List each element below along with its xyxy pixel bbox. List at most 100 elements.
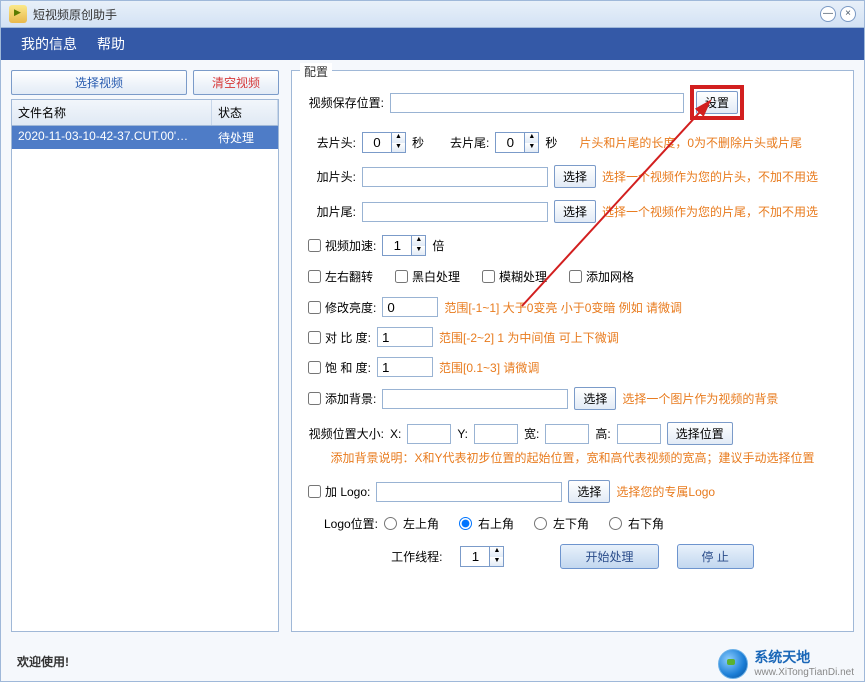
spin-down-icon[interactable]: ▼ (392, 143, 405, 153)
config-panel-title: 配置 (300, 63, 332, 80)
row-brightness: 修改亮度: 范围[-1~1] 大于0变亮 小于0变暗 例如 请微调 (308, 297, 837, 317)
radio-top-right[interactable]: 右上角 (459, 515, 514, 532)
blur-checkbox[interactable]: 模糊处理 (482, 268, 547, 285)
select-position-button[interactable]: 选择位置 (667, 422, 733, 445)
add-head-input[interactable] (362, 167, 548, 187)
radio-bottom-left[interactable]: 左下角 (534, 515, 589, 532)
flip-checkbox[interactable]: 左右翻转 (308, 268, 373, 285)
spin-up-icon[interactable]: ▲ (525, 133, 538, 143)
trim-tail-spinner[interactable]: ▲▼ (495, 132, 539, 153)
pos-h-input[interactable] (617, 424, 661, 444)
saturation-input[interactable] (377, 357, 433, 377)
row-logo: 加 Logo: 选择 选择您的专属Logo (308, 480, 837, 503)
logo-hint: 选择您的专属Logo (616, 483, 715, 500)
background-checkbox[interactable]: 添加背景: (308, 390, 376, 407)
brightness-input[interactable] (382, 297, 438, 317)
set-location-button[interactable]: 设置 (696, 91, 738, 114)
stop-button[interactable]: 停 止 (677, 544, 754, 569)
speed-unit: 倍 (432, 237, 444, 254)
background-input[interactable] (382, 389, 568, 409)
pos-w-input[interactable] (545, 424, 589, 444)
add-tail-select-button[interactable]: 选择 (554, 200, 596, 223)
threads-label: 工作线程: (391, 548, 442, 565)
row-actions: 工作线程: ▲▼ 开始处理 停 止 (308, 544, 837, 569)
save-location-input[interactable] (390, 93, 684, 113)
speed-checkbox-input[interactable] (308, 239, 321, 252)
watermark: 系统天地 www.XiTongTianDi.net (718, 649, 854, 679)
file-table-header: 文件名称 状态 (12, 100, 278, 126)
spin-up-icon[interactable]: ▲ (412, 236, 425, 246)
logo-select-button[interactable]: 选择 (568, 480, 610, 503)
left-button-row: 选择视频 清空视频 (11, 70, 279, 95)
window-title: 短视频原创助手 (33, 6, 820, 23)
col-filename[interactable]: 文件名称 (12, 100, 212, 125)
trim-tail-value[interactable] (496, 133, 524, 152)
add-tail-label: 加片尾: (308, 203, 356, 220)
cell-filename: 2020-11-03-10-42-37.CUT.00'… (12, 126, 212, 149)
cell-status: 待处理 (212, 126, 278, 149)
config-panel: 配置 视频保存位置: 设置 去片头: ▲▼ 秒 去片尾: (291, 70, 854, 632)
grid-checkbox[interactable]: 添加网格 (569, 268, 634, 285)
menu-help[interactable]: 帮助 (97, 34, 125, 54)
trim-head-value[interactable] (363, 133, 391, 152)
row-logo-position: Logo位置: 左上角 右上角 左下角 右下角 (308, 515, 837, 532)
welcome-text: 欢迎使用! (17, 653, 69, 670)
brightness-checkbox[interactable]: 修改亮度: (308, 299, 376, 316)
file-table: 文件名称 状态 2020-11-03-10-42-37.CUT.00'… 待处理 (11, 99, 279, 632)
speed-checkbox[interactable]: 视频加速: (308, 237, 376, 254)
window-titlebar: 短视频原创助手 — × (0, 0, 865, 28)
pos-y-input[interactable] (474, 424, 518, 444)
col-status[interactable]: 状态 (212, 100, 278, 125)
trim-head-spinner[interactable]: ▲▼ (362, 132, 406, 153)
row-position: 视频位置大小: X: Y: 宽: 高: 选择位置 (308, 422, 837, 445)
logo-position-group: 左上角 右上角 左下角 右下角 (384, 515, 664, 532)
window-controls: — × (820, 6, 856, 22)
radio-top-left[interactable]: 左上角 (384, 515, 439, 532)
saturation-checkbox[interactable]: 饱 和 度: (308, 359, 371, 376)
clear-video-button[interactable]: 清空视频 (193, 70, 279, 95)
select-video-button[interactable]: 选择视频 (11, 70, 187, 95)
row-background: 添加背景: 选择 选择一个图片作为视频的背景 (308, 387, 837, 410)
row-add-tail: 加片尾: 选择 选择一个视频作为您的片尾，不加不用选 (308, 200, 837, 223)
pos-y-label: Y: (457, 427, 468, 441)
background-hint: 选择一个图片作为视频的背景 (622, 390, 778, 407)
threads-value[interactable] (461, 547, 489, 566)
threads-spinner[interactable]: ▲▼ (460, 546, 504, 567)
status-bar: 欢迎使用! 系统天地 www.XiTongTianDi.net (0, 642, 865, 682)
logo-position-label: Logo位置: (308, 515, 378, 532)
close-button[interactable]: × (840, 6, 856, 22)
spin-up-icon[interactable]: ▲ (490, 547, 503, 557)
speed-value[interactable] (383, 236, 411, 255)
spin-up-icon[interactable]: ▲ (392, 133, 405, 143)
row-save-location: 视频保存位置: 设置 (308, 85, 837, 120)
contrast-input[interactable] (377, 327, 433, 347)
logo-checkbox[interactable]: 加 Logo: (308, 483, 370, 500)
add-tail-input[interactable] (362, 202, 548, 222)
globe-icon (718, 649, 748, 679)
saturation-hint: 范围[0.1~3] 请微调 (439, 359, 539, 376)
table-row[interactable]: 2020-11-03-10-42-37.CUT.00'… 待处理 (12, 126, 278, 149)
menu-my-info[interactable]: 我的信息 (21, 34, 77, 54)
speed-spinner[interactable]: ▲▼ (382, 235, 426, 256)
spin-down-icon[interactable]: ▼ (412, 246, 425, 256)
save-location-label: 视频保存位置: (308, 94, 384, 111)
start-button[interactable]: 开始处理 (560, 544, 658, 569)
row-speed: 视频加速: ▲▼ 倍 (308, 235, 837, 256)
bw-checkbox[interactable]: 黑白处理 (395, 268, 460, 285)
left-panel: 选择视频 清空视频 文件名称 状态 2020-11-03-10-42-37.CU… (11, 70, 279, 632)
spin-down-icon[interactable]: ▼ (490, 557, 503, 567)
spin-down-icon[interactable]: ▼ (525, 143, 538, 153)
add-head-select-button[interactable]: 选择 (554, 165, 596, 188)
brightness-hint: 范围[-1~1] 大于0变亮 小于0变暗 例如 请微调 (444, 299, 682, 316)
trim-head-label: 去片头: (308, 134, 356, 151)
row-trim: 去片头: ▲▼ 秒 去片尾: ▲▼ 秒 片头和片尾的长度，0为不删除片头或片尾 (308, 132, 837, 153)
background-select-button[interactable]: 选择 (574, 387, 616, 410)
contrast-checkbox[interactable]: 对 比 度: (308, 329, 371, 346)
trim-head-unit: 秒 (412, 134, 424, 151)
pos-h-label: 高: (595, 425, 610, 442)
pos-x-input[interactable] (407, 424, 451, 444)
logo-input[interactable] (376, 482, 562, 502)
pos-x-label: X: (390, 427, 401, 441)
minimize-button[interactable]: — (820, 6, 836, 22)
radio-bottom-right[interactable]: 右下角 (609, 515, 664, 532)
